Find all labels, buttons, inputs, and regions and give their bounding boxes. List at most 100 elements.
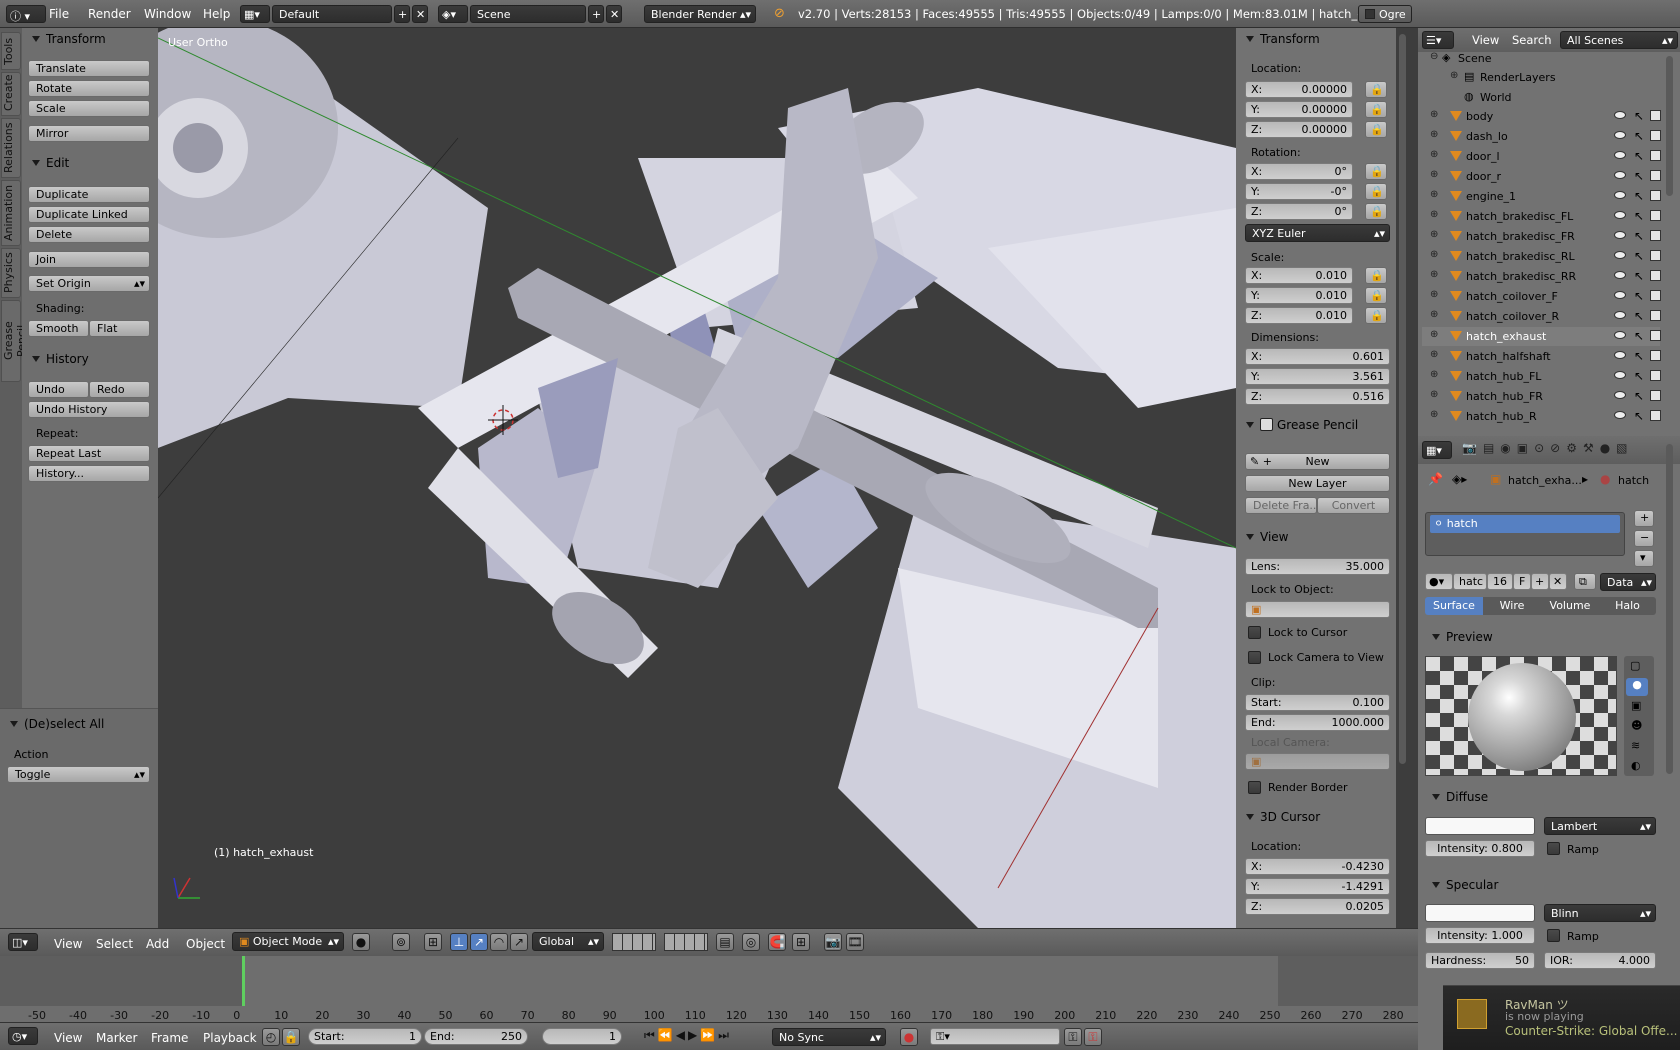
specular-color-swatch[interactable] — [1425, 904, 1535, 922]
lock-scale-y-icon[interactable]: 🔒 — [1365, 287, 1387, 304]
opengl-anim-icon[interactable]: 🎞 — [846, 933, 864, 951]
outliner-object-row[interactable]: ⊕ hatch_exhaust ↖ — [1422, 327, 1661, 346]
rotation-z-field[interactable]: Z: 0° — [1245, 203, 1353, 220]
outliner-display-select[interactable]: All Scenes ▴▾ — [1560, 31, 1678, 49]
expand-icon[interactable]: ⊕ — [1430, 249, 1438, 260]
insert-keyframe-icon[interactable]: ⚿ — [1064, 1028, 1082, 1046]
dimension-x-field[interactable]: X: 0.601 — [1245, 348, 1390, 365]
preview-range-icon[interactable]: ◴ — [262, 1028, 280, 1046]
new-layer-button[interactable]: New Layer — [1245, 475, 1390, 492]
start-frame-field[interactable]: Start: 1 — [308, 1028, 422, 1045]
selectable-cursor-icon[interactable]: ↖ — [1634, 129, 1644, 143]
visibility-eye-icon[interactable] — [1614, 371, 1626, 379]
add-layout-button[interactable]: + — [394, 5, 410, 23]
render-border-checkbox[interactable] — [1248, 781, 1261, 794]
current-frame-indicator[interactable] — [242, 956, 245, 1006]
diffuse-intensity-field[interactable]: Intensity: 0.800 — [1425, 840, 1535, 857]
delete-button[interactable]: Delete — [28, 226, 150, 243]
expand-icon[interactable]: ⊕ — [1430, 209, 1438, 220]
renderable-camera-icon[interactable] — [1650, 250, 1661, 261]
selectable-cursor-icon[interactable]: ↖ — [1634, 349, 1644, 363]
expand-icon[interactable]: ⊕ — [1430, 169, 1438, 180]
preview-cube-icon[interactable]: ▣ — [1631, 699, 1641, 712]
outliner-object-row[interactable]: ⊕ hatch_hub_R ↖ — [1422, 407, 1661, 426]
outliner-world[interactable]: ◍ World — [1422, 88, 1660, 107]
renderable-camera-icon[interactable] — [1650, 330, 1661, 341]
clip-start-field[interactable]: Start: 0.100 — [1245, 694, 1390, 711]
diffuse-panel-header[interactable]: Diffuse — [1432, 790, 1488, 804]
expand-icon[interactable]: ⊕ — [1430, 189, 1438, 200]
outliner-object-row[interactable]: ⊕ hatch_brakedisc_FR ↖ — [1422, 227, 1661, 246]
specular-panel-header[interactable]: Specular — [1432, 878, 1498, 892]
scene-select[interactable]: Scene — [470, 5, 586, 23]
selectable-cursor-icon[interactable]: ↖ — [1634, 249, 1644, 263]
grease-pencil-checkbox[interactable] — [1260, 418, 1273, 431]
redo-button[interactable]: Redo — [89, 381, 150, 398]
lock-location-z-icon[interactable]: 🔒 — [1365, 121, 1387, 138]
expand-icon[interactable]: ⊕ — [1430, 129, 1438, 140]
pin-icon[interactable]: 📌 — [1428, 472, 1443, 486]
visibility-eye-icon[interactable] — [1614, 211, 1626, 219]
nprops-transform-header[interactable]: Transform — [1246, 32, 1320, 46]
timeline-menu-playback[interactable]: Playback — [203, 1031, 257, 1045]
header-menu-view[interactable]: View — [54, 937, 82, 951]
convert-button[interactable]: Convert — [1317, 497, 1390, 514]
delete-keyframe-icon[interactable]: ⚿ — [1084, 1028, 1102, 1046]
mirror-button[interactable]: Mirror — [28, 125, 150, 142]
fake-user-button[interactable]: F — [1513, 573, 1531, 590]
snap-element-icon[interactable]: ⊞ — [792, 933, 810, 951]
end-frame-field[interactable]: End: 250 — [424, 1028, 528, 1045]
tab-animation[interactable]: Animation — [1, 180, 21, 246]
material-users-field[interactable]: 16 — [1487, 573, 1513, 590]
steam-notification[interactable]: RavMan ツ is now playing Counter-Strike: … — [1443, 985, 1680, 1050]
smooth-button[interactable]: Smooth — [28, 320, 89, 337]
layers-grid-b[interactable] — [664, 933, 708, 951]
outliner-object-row[interactable]: ⊕ hatch_brakedisc_FL ↖ — [1422, 207, 1661, 226]
add-scene-button[interactable]: + — [588, 5, 604, 23]
menu-file[interactable]: File — [49, 7, 69, 21]
timeline-area[interactable] — [0, 956, 1418, 1022]
tab-grease-pencil[interactable]: Grease Pencil — [1, 300, 28, 382]
outliner-object-row[interactable]: ⊕ hatch_hub_FR ↖ — [1422, 387, 1661, 406]
timeline-editor-type-button[interactable]: ◷▾ — [8, 1027, 38, 1045]
rotation-y-field[interactable]: Y: -0° — [1245, 183, 1353, 200]
visibility-eye-icon[interactable] — [1614, 151, 1626, 159]
scale-manipulator-icon[interactable]: ↗ — [510, 933, 528, 951]
3d-view-editor-type-button[interactable]: ◫▾ — [8, 933, 38, 951]
tab-relations[interactable]: Relations — [1, 118, 21, 178]
dimension-y-field[interactable]: Y: 3.561 — [1245, 368, 1390, 385]
diffuse-shader-select[interactable]: Lambert ▴▾ — [1544, 817, 1656, 835]
tab-physics[interactable]: Physics — [1, 248, 21, 298]
new-material-button[interactable]: + — [1531, 573, 1549, 590]
editor-type-info-button[interactable]: ⓘ ▾ — [6, 5, 46, 23]
lock-scale-x-icon[interactable]: 🔒 — [1365, 267, 1387, 284]
selectable-cursor-icon[interactable]: ↖ — [1634, 229, 1644, 243]
scale-y-field[interactable]: Y: 0.010 — [1245, 287, 1353, 304]
grease-new-button[interactable]: ✎ + New — [1245, 453, 1390, 470]
outliner-object-row[interactable]: ⊕ hatch_brakedisc_RR ↖ — [1422, 267, 1661, 286]
renderable-camera-icon[interactable] — [1650, 190, 1661, 201]
header-menu-add[interactable]: Add — [146, 937, 169, 951]
pivot-point-icon[interactable]: ⊚ — [392, 933, 410, 951]
remove-scene-button[interactable]: ✕ — [606, 5, 622, 23]
lock-to-cursor-checkbox[interactable] — [1248, 626, 1261, 639]
ior-field[interactable]: IOR: 4.000 — [1544, 952, 1656, 969]
scale-x-field[interactable]: X: 0.010 — [1245, 267, 1353, 284]
properties-scrollbar[interactable] — [1666, 444, 1673, 774]
local-camera-field[interactable]: ▣ — [1245, 753, 1390, 770]
outliner-object-row[interactable]: ⊕ hatch_brakedisc_RL ↖ — [1422, 247, 1661, 266]
outliner-object-row[interactable]: ⊕ door_l ↖ — [1422, 147, 1661, 166]
cursor-z-field[interactable]: Z: 0.0205 — [1245, 898, 1390, 915]
selectable-cursor-icon[interactable]: ↖ — [1634, 369, 1644, 383]
outliner-object-row[interactable]: ⊕ hatch_hub_FL ↖ — [1422, 367, 1661, 386]
preview-sphere-icon[interactable]: ● — [1626, 678, 1648, 696]
expand-icon[interactable]: ⊕ — [1430, 289, 1438, 300]
translate-manipulator-icon[interactable]: ↗ — [470, 933, 488, 951]
diffuse-color-swatch[interactable] — [1425, 817, 1535, 835]
timeline-menu-view[interactable]: View — [54, 1031, 82, 1045]
visibility-eye-icon[interactable] — [1614, 271, 1626, 279]
renderable-camera-icon[interactable] — [1650, 390, 1661, 401]
renderable-camera-icon[interactable] — [1650, 290, 1661, 301]
outliner-object-row[interactable]: ⊕ hatch_coilover_F ↖ — [1422, 287, 1661, 306]
3d-viewport[interactable]: User Ortho (1) hatch_exhaust — [158, 28, 1236, 928]
